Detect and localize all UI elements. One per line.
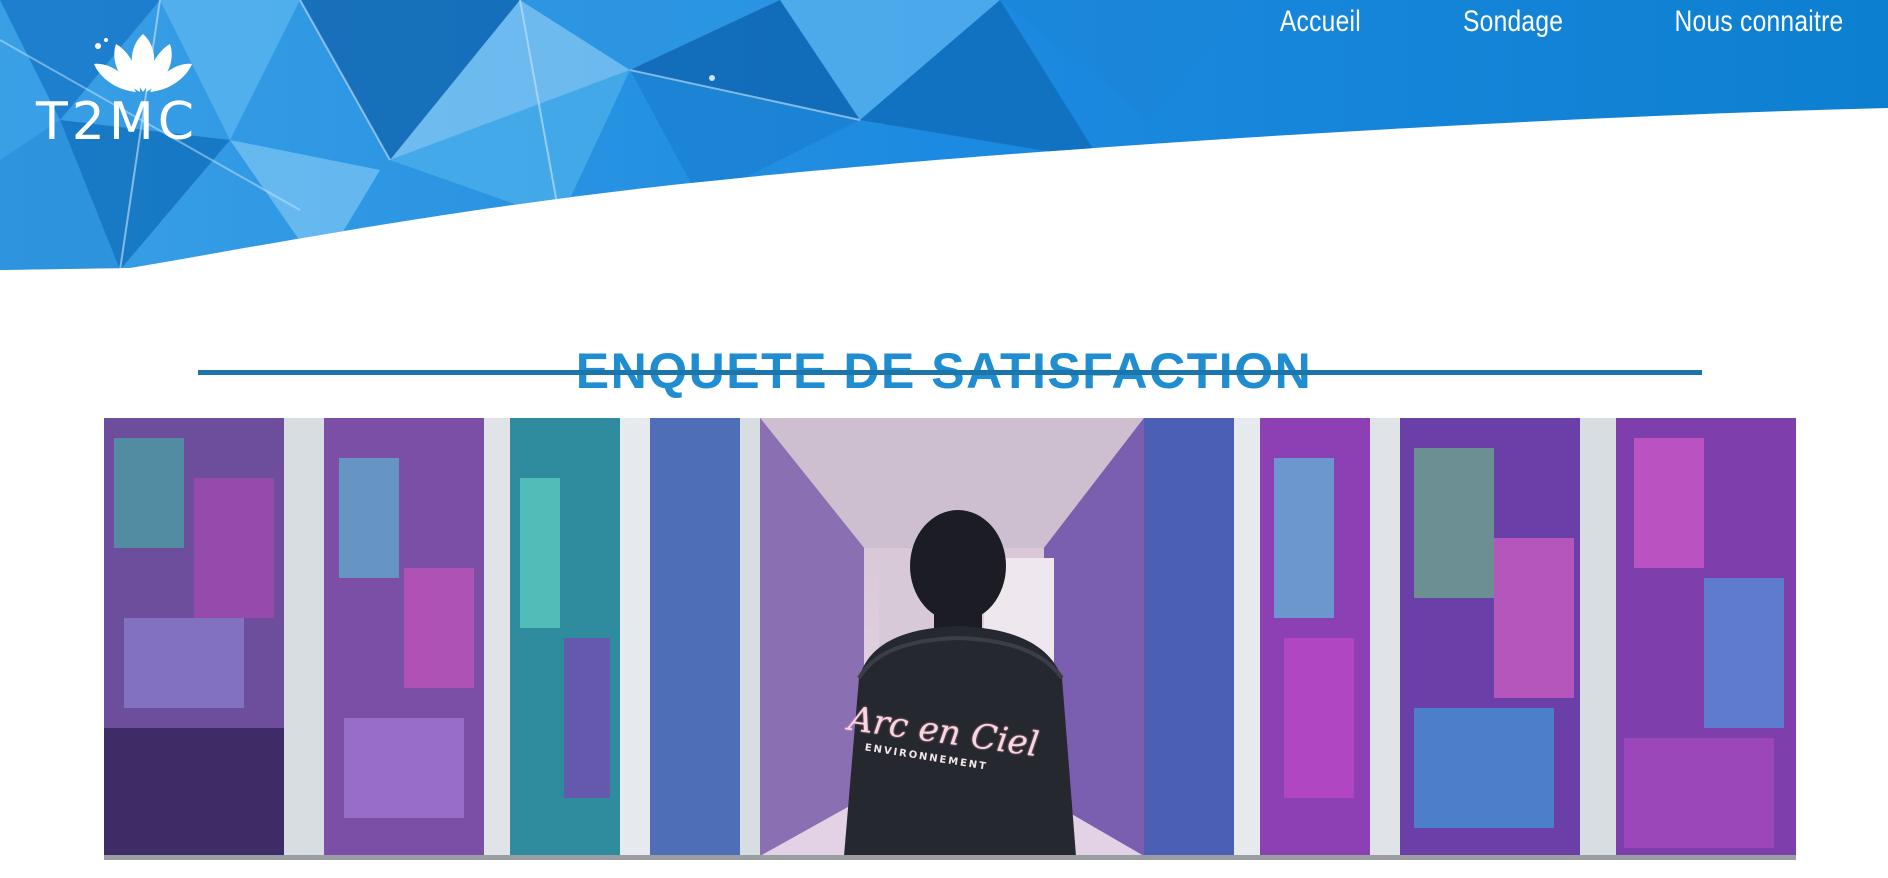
logo-text: T2MC	[36, 92, 199, 152]
hero-bottom-border	[104, 855, 1796, 860]
corridor-photo	[104, 418, 1796, 856]
nav-item-accueil[interactable]: Accueil	[1280, 0, 1361, 44]
nav-item-nous-connaitre[interactable]: Nous connaitre	[1675, 0, 1844, 44]
lotus-icon	[94, 34, 192, 92]
logo[interactable]: T2MC	[36, 32, 246, 152]
title-divider	[198, 370, 1702, 375]
nav-item-sondage[interactable]: Sondage	[1463, 0, 1563, 44]
main-nav: Accueil Sondage Nous connaitre	[1271, 0, 1862, 44]
site-header: T2MC Accueil Sondage Nous connaitre	[0, 0, 1888, 270]
hero-image: Arc en Ciel ENVIRONNEMENT	[104, 418, 1796, 856]
